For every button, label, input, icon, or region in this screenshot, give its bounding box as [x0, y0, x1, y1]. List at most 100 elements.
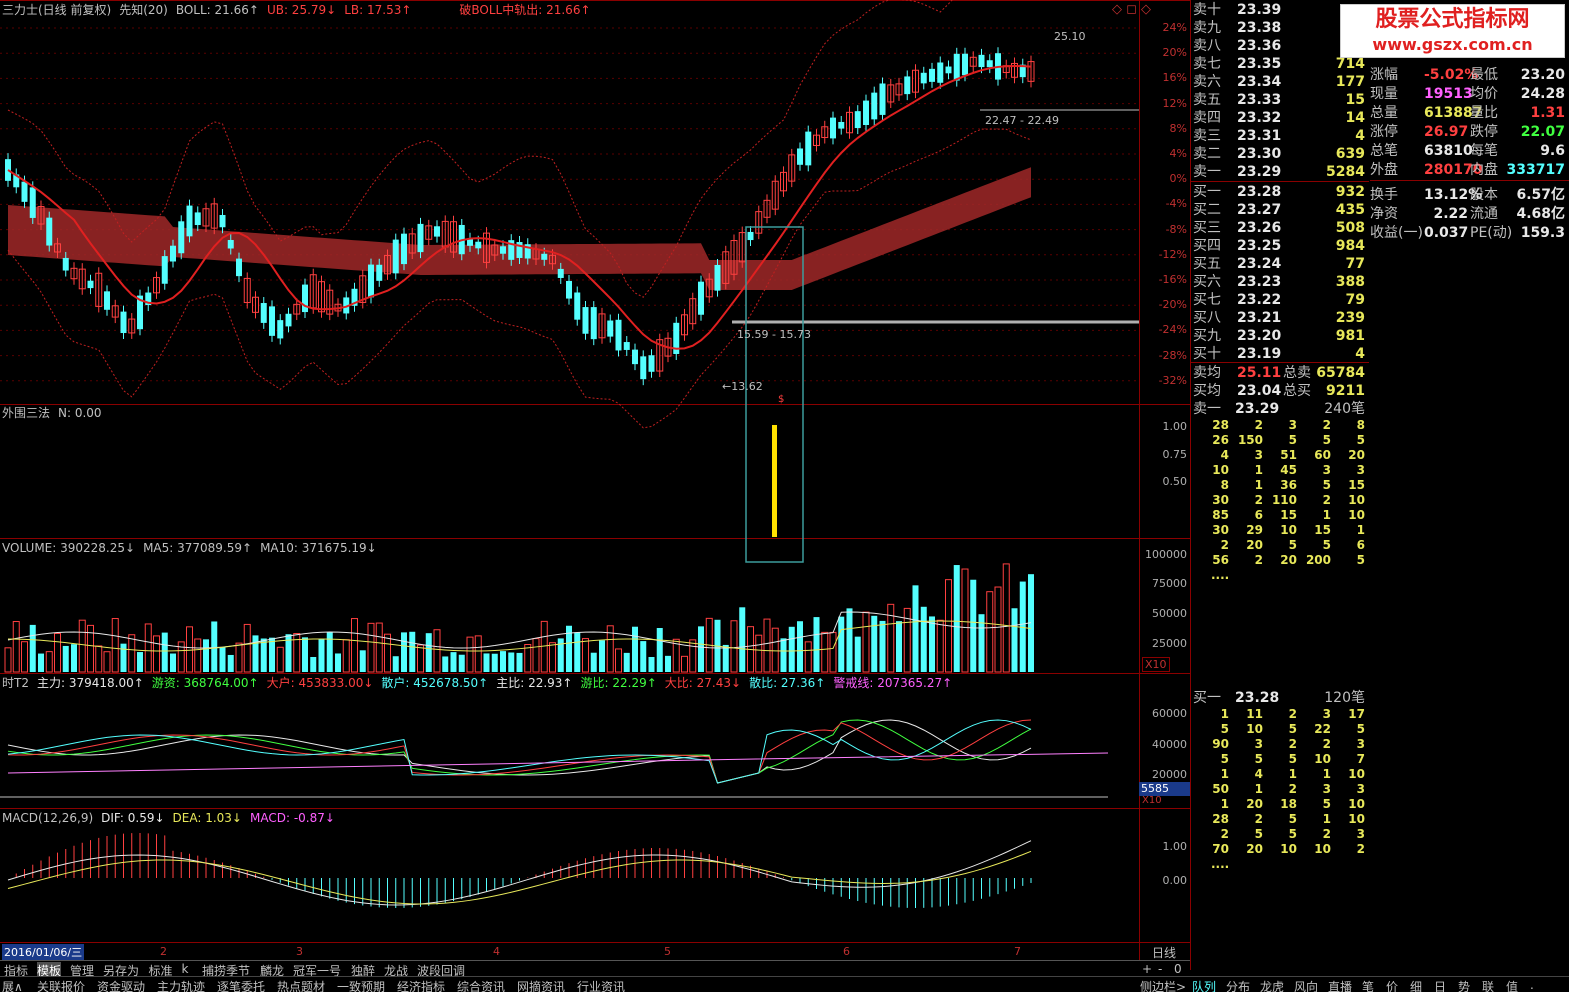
sub3-header: 时T2 主力: 379418.00↑ 游资: 368764.00↑ 大户: 45383… [2, 676, 960, 690]
bid-row[interactable]: 买七 23.22 79 [1191, 291, 1369, 309]
queue-cell: 2 [1322, 827, 1331, 841]
zoom-button[interactable]: - [1158, 962, 1162, 976]
macd-axis-2: 0.00 [1162, 874, 1188, 887]
info-label-2: 每笔 [1470, 143, 1498, 159]
bottom-tab[interactable]: 行业资讯 [577, 978, 625, 992]
side-tab[interactable]: 细 [1410, 978, 1422, 992]
volume-bar-down [38, 653, 44, 672]
signal-bar [772, 425, 777, 537]
sub3-sanhu: 散户: 452678.50↑ [381, 676, 489, 690]
side-tab[interactable]: 势 [1458, 978, 1470, 992]
queue-cell: 2 [1322, 493, 1331, 507]
pct-axis-label: 12% [1162, 96, 1187, 110]
bid-row[interactable]: 买十 23.19 4 [1191, 345, 1369, 363]
side-tab[interactable]: 风向 [1294, 978, 1318, 992]
side-tab[interactable]: 笔 [1362, 978, 1374, 992]
volume-bar-down [912, 585, 919, 672]
avg-price: 23.04 [1237, 383, 1282, 399]
watermark-logo: 股票公式指标网 www.gszx.com.cn [1340, 4, 1565, 58]
pct-axis-label: -24% [1158, 323, 1187, 337]
volume-bar-down [871, 615, 878, 672]
volume-bar-down [970, 579, 977, 672]
info-row: 净资 2.22 流通 4.68亿 [1370, 205, 1569, 224]
quote-price: 23.22 [1237, 292, 1282, 308]
window-controls[interactable]: ◇ ◻ ◇ [1112, 2, 1151, 17]
queue-row: 2 20 5 5 6 [1195, 538, 1367, 553]
bottom-tab[interactable]: 综合资讯 [457, 978, 505, 992]
side-tab[interactable]: 值 [1506, 978, 1518, 992]
candle-body-down [566, 280, 572, 299]
bid-row[interactable]: 买一 23.28 932 [1191, 183, 1369, 201]
period-label[interactable]: 日线 [1152, 944, 1176, 961]
candle-body-down [541, 253, 548, 260]
bottom-tab[interactable]: 经济指标 [397, 978, 445, 992]
buy-queue-header: 买一 23.28 120笔 [1191, 689, 1369, 707]
queue-row: 50 1 2 3 3 [1195, 782, 1367, 797]
queue-cell: 2 [1288, 737, 1297, 751]
candle-body-down [714, 264, 721, 291]
side-tab[interactable]: 直播 [1328, 978, 1352, 992]
queue-cell: 5 [1356, 722, 1365, 736]
bid-row[interactable]: 买三 23.26 508 [1191, 219, 1369, 237]
side-tab[interactable]: 价 [1386, 978, 1398, 992]
bottom-tab[interactable]: 一致预期 [337, 978, 385, 992]
volume-bar-down [219, 647, 226, 672]
volume-bar-down [120, 643, 127, 672]
bottom-tab[interactable]: 网摘资讯 [517, 978, 565, 992]
ask-row[interactable]: 卖六 23.34 177 [1191, 73, 1369, 91]
side-tab[interactable]: 队列 [1192, 978, 1216, 992]
volume-bar-up [243, 623, 251, 673]
volume-bar-down [665, 655, 671, 672]
volume-ma10: MA10: 371675.19↓ [260, 541, 377, 555]
toolbar-item[interactable]: k [182, 962, 189, 976]
zoom-button[interactable]: + [1142, 962, 1152, 976]
quote-volume: 639 [1335, 146, 1365, 162]
side-tab[interactable]: 侧边栏> [1140, 978, 1186, 992]
bid-row[interactable]: 买二 23.27 435 [1191, 201, 1369, 219]
ask-row[interactable]: 卖三 23.31 4 [1191, 127, 1369, 145]
candle-body-down [879, 83, 886, 115]
side-tab[interactable]: 联 [1482, 978, 1494, 992]
bid-row[interactable]: 买六 23.23 388 [1191, 273, 1369, 291]
x-month-4: 4 [493, 945, 500, 958]
queue-cell: 2 [1254, 493, 1263, 507]
bid-row[interactable]: 买四 23.25 984 [1191, 237, 1369, 255]
bottom-tab[interactable]: 关联报价 [37, 978, 85, 992]
bid-row[interactable]: 买五 23.24 77 [1191, 255, 1369, 273]
bottom-tab[interactable]: 热点题材 [277, 978, 325, 992]
boll-signal: 破BOLL中轨出: 21.66↑ [459, 3, 591, 17]
sub3-axis-1: 60000 [1152, 707, 1187, 720]
volume-bar-down [326, 632, 333, 672]
side-tab[interactable]: 龙虎 [1260, 978, 1284, 992]
candle-body-down [21, 181, 28, 202]
bottom-tab[interactable]: 主力轨迹 [157, 978, 205, 992]
info-row: 总笔 63810 每笔 9.6 [1370, 142, 1569, 161]
ask-row[interactable]: 卖五 23.33 15 [1191, 91, 1369, 109]
ask-row[interactable]: 卖四 23.32 14 [1191, 109, 1369, 127]
queue-cell: 70 [1212, 842, 1229, 856]
side-tab[interactable]: 日 [1434, 978, 1446, 992]
bottom-tab[interactable]: 资金驱动 [97, 978, 145, 992]
volume-axis-2: 75000 [1152, 577, 1187, 590]
zoom-button[interactable]: 0 [1174, 962, 1182, 976]
side-tab[interactable]: . [1530, 978, 1534, 992]
bid-row[interactable]: 买九 23.20 981 [1191, 327, 1369, 345]
quote-price: 23.34 [1237, 74, 1282, 90]
sub3-sanbi: 散比: 27.36↑ [749, 676, 826, 690]
bid-row[interactable]: 买八 23.21 239 [1191, 309, 1369, 327]
bottom-tab[interactable]: 展∧ [2, 978, 23, 992]
bottom-tab[interactable]: 逐笔委托 [217, 978, 265, 992]
candle-body-down [46, 217, 53, 246]
volume-bar-up [78, 619, 86, 673]
ask-row[interactable]: 卖二 23.30 639 [1191, 145, 1369, 163]
ask-row[interactable]: 卖一 23.29 5284 [1191, 163, 1369, 181]
macd-value: MACD: -0.87↓ [249, 811, 335, 825]
candle-body-down [623, 342, 630, 350]
info-value: 13.12% [1424, 187, 1483, 203]
sub3-axis-2: 40000 [1152, 738, 1187, 751]
side-tab[interactable]: 分布 [1226, 978, 1250, 992]
info-label-2: 内盘 [1470, 162, 1498, 178]
queue-cell: 3 [1356, 827, 1365, 841]
volume-bar-up [549, 642, 556, 673]
info-value-2: 22.07 [1520, 124, 1565, 140]
